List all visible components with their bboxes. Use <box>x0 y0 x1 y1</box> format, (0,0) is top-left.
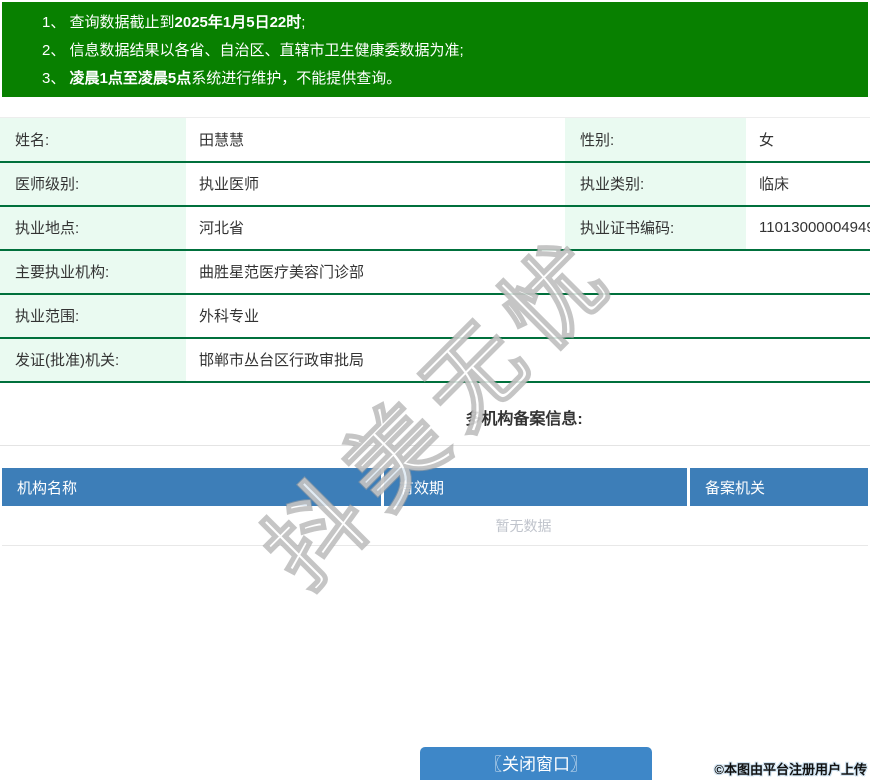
column-header-filing-authority: 备案机关 <box>690 468 868 506</box>
column-header-institution-name: 机构名称 <box>2 468 384 506</box>
field-label-doctor-level: 医师级别: <box>0 161 186 207</box>
notice-text-bold: 凌晨1点至凌晨5点 <box>69 70 192 87</box>
field-value-issuing-authority: 邯郸市丛台区行政审批局 <box>186 337 870 383</box>
notice-line-1: 1、 查询数据截止到2025年1月5日22时; <box>2 9 868 37</box>
notice-text: 系统进行维护，不能提供查询。 <box>191 70 402 87</box>
field-label-name: 姓名: <box>0 117 186 163</box>
field-label-gender: 性别: <box>565 117 746 163</box>
field-value-name: 田慧慧 <box>186 117 565 163</box>
table-row: 执业范围: 外科专业 <box>0 293 870 339</box>
table-row: 主要执业机构: 曲胜星范医疗美容门诊部 <box>0 249 870 295</box>
notice-text: 2、 信息数据结果以各省、自治区、直辖市卫生健康委数据为准; <box>42 42 464 59</box>
field-value-practice-location: 河北省 <box>186 205 565 251</box>
table-row: 医师级别: 执业医师 执业类别: 临床 <box>0 161 870 207</box>
notice-text-bold: 2025年1月5日22时 <box>174 14 302 31</box>
field-value-practice-category: 临床 <box>746 161 870 207</box>
field-value-doctor-level: 执业医师 <box>186 161 565 207</box>
field-label-main-institution: 主要执业机构: <box>0 249 186 295</box>
close-window-button[interactable]: 〖关闭窗口〗 <box>420 747 652 780</box>
column-header-validity-period: 有效期 <box>384 468 690 506</box>
notice-text: 3、 <box>42 70 70 87</box>
notice-panel: 1、 查询数据截止到2025年1月5日22时; 2、 信息数据结果以各省、自治区… <box>2 2 868 97</box>
notice-line-2: 2、 信息数据结果以各省、自治区、直辖市卫生健康委数据为准; <box>2 37 868 65</box>
field-value-practice-scope: 外科专业 <box>186 293 870 339</box>
field-label-practice-scope: 执业范围: <box>0 293 186 339</box>
field-value-main-institution: 曲胜星范医疗美容门诊部 <box>186 249 870 295</box>
field-label-issuing-authority: 发证(批准)机关: <box>0 337 186 383</box>
table-row: 姓名: 田慧慧 性别: 女 <box>0 117 870 163</box>
empty-data-text: 暂无数据 <box>2 506 868 546</box>
field-label-practice-location: 执业地点: <box>0 205 186 251</box>
filing-table-empty-row: 暂无数据 <box>2 506 868 546</box>
filing-table-header-row: 机构名称 有效期 备案机关 <box>2 468 868 506</box>
table-row: 执业地点: 河北省 执业证书编码: 110130000049495 <box>0 205 870 251</box>
field-value-gender: 女 <box>746 117 870 163</box>
table-row: 发证(批准)机关: 邯郸市丛台区行政审批局 <box>0 337 870 383</box>
filing-section-title: 多机构备案信息: <box>0 394 870 446</box>
notice-text: 1、 查询数据截止到 <box>42 14 175 31</box>
notice-text: ; <box>301 14 306 31</box>
field-label-practice-category: 执业类别: <box>565 161 746 207</box>
filing-table: 机构名称 有效期 备案机关 暂无数据 <box>2 468 868 546</box>
field-label-certificate-number: 执业证书编码: <box>565 205 746 251</box>
notice-line-3: 3、 凌晨1点至凌晨5点系统进行维护，不能提供查询。 <box>2 65 868 93</box>
doctor-info-table: 姓名: 田慧慧 性别: 女 医师级别: 执业医师 执业类别: 临床 执业地点: … <box>0 117 870 383</box>
field-value-certificate-number: 110130000049495 <box>746 205 870 251</box>
copyright-notice: ©本图由平台注册用户上传 <box>714 762 867 777</box>
